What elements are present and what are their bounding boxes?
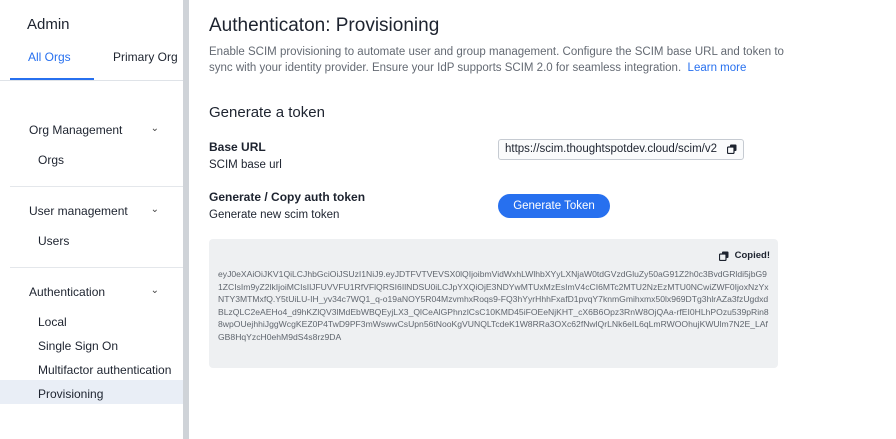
tab-primary-org[interactable]: Primary Org: [113, 50, 178, 64]
chevron-down-icon: ⌄: [150, 285, 159, 296]
token-sublabel: Generate new scim token: [209, 209, 340, 221]
base-url-sublabel: SCIM base url: [209, 159, 282, 171]
sidebar-item-local[interactable]: Local: [38, 315, 67, 329]
chevron-down-icon: ⌄: [150, 204, 159, 215]
section-user-management[interactable]: User management ⌄: [29, 204, 159, 218]
copied-label: Copied!: [734, 250, 770, 261]
sidebar-item-orgs[interactable]: Orgs: [38, 153, 64, 167]
sidebar: Admin All Orgs Primary Org Org Managemen…: [0, 0, 183, 439]
sidebar-item-users[interactable]: Users: [38, 234, 69, 248]
sidebar-item-provisioning[interactable]: Provisioning: [38, 387, 103, 401]
sidebar-item-multifactor-authentication[interactable]: Multifactor authentication: [38, 363, 171, 377]
token-label: Generate / Copy auth token: [209, 190, 366, 204]
base-url-value: https://scim.thoughtspotdev.cloud/scim/v…: [505, 143, 717, 155]
base-url-field[interactable]: https://scim.thoughtspotdev.cloud/scim/v…: [498, 139, 744, 160]
section-org-management[interactable]: Org Management ⌄: [29, 123, 159, 137]
sidebar-title: Admin: [27, 16, 70, 33]
page-description: Enable SCIM provisioning to automate use…: [209, 44, 789, 76]
chevron-down-icon: ⌄: [150, 123, 159, 134]
section-label: User management: [29, 204, 128, 218]
section-label: Org Management: [29, 123, 123, 137]
token-display: Copied! eyJ0eXAiOiJKV1QiLCJhbGciOiJSUzI1…: [209, 239, 778, 368]
token-value[interactable]: eyJ0eXAiOiJKV1QiLCJhbGciOiJSUzI1NiJ9.eyJ…: [218, 268, 770, 344]
section-title: Generate a token: [209, 104, 325, 121]
sidebar-resize-handle[interactable]: [183, 0, 189, 439]
base-url-label: Base URL: [209, 140, 266, 154]
tab-all-orgs[interactable]: All Orgs: [28, 50, 71, 64]
learn-more-link[interactable]: Learn more: [688, 62, 747, 74]
page-title: Authenticaton: Provisioning: [209, 15, 440, 36]
org-tabs: All Orgs Primary Org: [0, 50, 183, 80]
divider: [10, 186, 183, 187]
copy-icon[interactable]: [718, 251, 729, 261]
sidebar-item-single-sign-on[interactable]: Single Sign On: [38, 339, 118, 353]
copy-icon[interactable]: [727, 144, 737, 154]
section-label: Authentication: [29, 285, 106, 299]
divider: [10, 267, 183, 268]
copied-indicator[interactable]: Copied!: [718, 250, 770, 261]
tabs-divider: [0, 80, 183, 81]
generate-token-button[interactable]: Generate Token: [498, 194, 610, 218]
section-authentication[interactable]: Authentication ⌄: [29, 285, 159, 299]
